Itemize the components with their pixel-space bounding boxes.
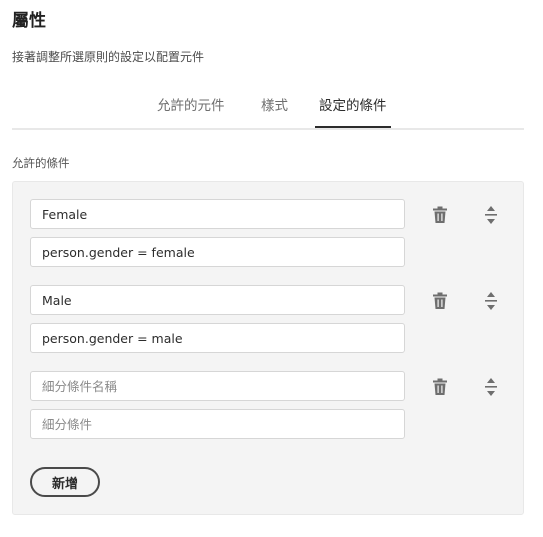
trash-icon[interactable] [429, 290, 451, 312]
active-tab-indicator [315, 126, 391, 128]
tab-configured-conditions[interactable]: 設定的條件 [319, 94, 387, 114]
trash-icon[interactable] [429, 376, 451, 398]
reorder-icon[interactable] [480, 290, 502, 312]
page-description: 接著調整所選原則的設定以配置元件 [12, 50, 205, 64]
tab-styles[interactable]: 樣式 [261, 94, 288, 114]
reorder-icon[interactable] [480, 204, 502, 226]
condition-name-input[interactable] [30, 199, 405, 229]
reorder-icon[interactable] [480, 376, 502, 398]
tab-allowed-components[interactable]: 允許的元件 [157, 94, 225, 114]
trash-icon[interactable] [429, 204, 451, 226]
condition-expression-input[interactable] [30, 237, 405, 267]
condition-expression-input[interactable] [30, 409, 405, 439]
tab-bar: 允許的元件 樣式 設定的條件 [12, 82, 524, 130]
conditions-panel: 新增 [12, 181, 524, 515]
condition-expression-input[interactable] [30, 323, 405, 353]
page-title: 屬性 [12, 11, 46, 31]
condition-name-input[interactable] [30, 285, 405, 315]
section-label: 允許的條件 [12, 156, 70, 170]
condition-name-input[interactable] [30, 371, 405, 401]
add-condition-button[interactable]: 新增 [30, 467, 100, 497]
